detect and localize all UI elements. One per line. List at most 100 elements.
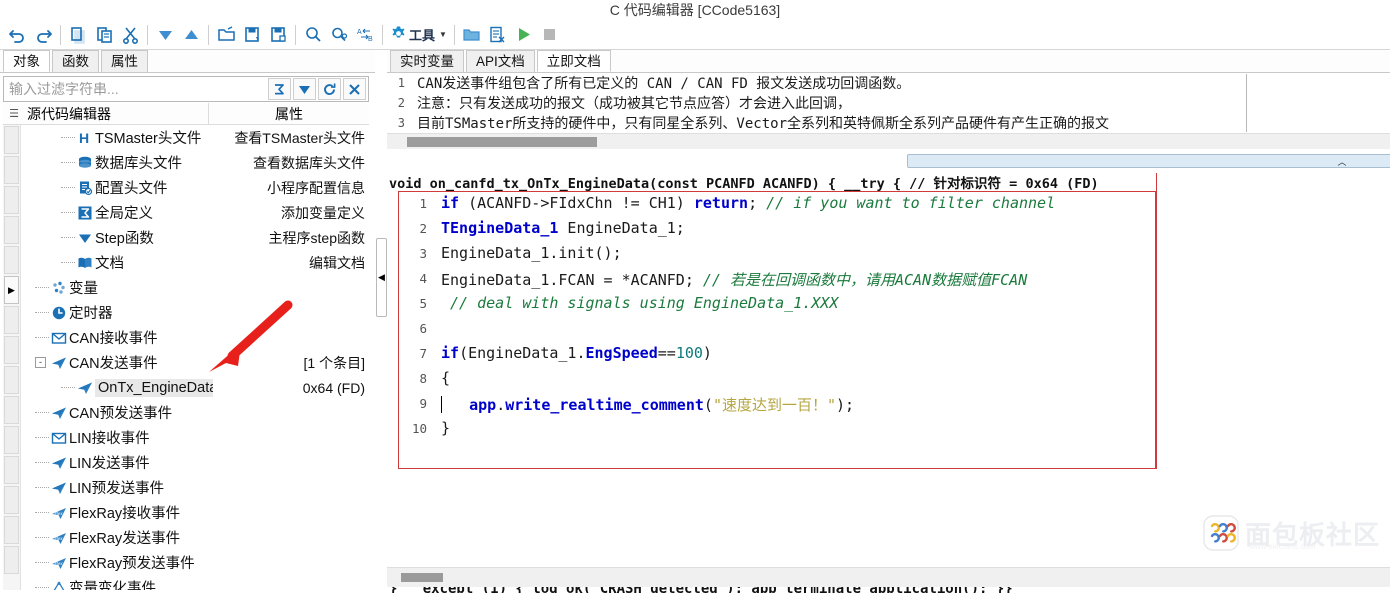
tree-row-label: OnTx_EngineData (95, 378, 213, 397)
code-line[interactable]: 10} (399, 417, 1155, 442)
filter-expression-button[interactable] (268, 78, 291, 100)
tree-row-label: TSMaster头文件 (95, 131, 202, 147)
scroll-cell[interactable] (4, 396, 19, 424)
cut-button[interactable] (117, 22, 143, 48)
doc-horizontal-scrollbar[interactable] (387, 133, 1390, 149)
code-line[interactable]: 6 (399, 317, 1155, 342)
editor-horizontal-scrollbar[interactable] (387, 567, 1390, 587)
object-panel: 对象 函数 属性 ☰ 源代码编辑器 属性 (0, 50, 375, 593)
column-grip-icon: ☰ (9, 108, 19, 120)
tree-connector (35, 462, 49, 463)
tree-row[interactable]: CAN预发送事件 (21, 400, 369, 425)
filter-input[interactable] (4, 78, 268, 100)
database-icon (75, 155, 95, 171)
send-icon (75, 380, 95, 396)
tree-row[interactable]: 配置头文件 小程序配置信息 (21, 175, 369, 200)
scroll-cell[interactable] (4, 186, 19, 214)
panel-splitter-handle[interactable]: ◀ (376, 238, 387, 317)
code-line[interactable]: 9 app.write_realtime_comment("速度达到一百！"); (399, 392, 1155, 417)
tree-row[interactable]: 变量 (21, 275, 369, 300)
scroll-cell[interactable] (4, 366, 19, 394)
save-as-button[interactable] (265, 22, 291, 48)
tree-connector (61, 237, 75, 238)
flexray-icon: Flex (49, 530, 69, 546)
scroll-cell[interactable] (4, 516, 19, 544)
save-button[interactable] (239, 22, 265, 48)
tree-row[interactable]: CAN接收事件 (21, 325, 369, 350)
tree-row[interactable]: Flex FlexRay接收事件 (21, 500, 369, 525)
code-line[interactable]: 3 EngineData_1.init(); (399, 242, 1155, 267)
toolbar-separator (60, 24, 61, 45)
svg-text:Flex: Flex (55, 511, 64, 516)
scroll-cell[interactable] (4, 126, 19, 154)
run-button[interactable] (511, 22, 537, 48)
code-line[interactable]: 2 TEngineData_1 EngineData_1; (399, 217, 1155, 242)
tree-row[interactable]: H TSMaster头文件 查看TSMaster头文件 (21, 125, 369, 150)
scroll-cell[interactable] (4, 546, 19, 574)
tools-menu-button[interactable]: 工具 ▼ (387, 22, 450, 48)
tab-functions[interactable]: 函数 (52, 50, 99, 72)
tab-properties[interactable]: 属性 (101, 50, 148, 72)
scroll-cell[interactable] (4, 456, 19, 484)
header-h-icon: H (75, 130, 95, 146)
tree-row[interactable]: Flex FlexRay发送事件 (21, 525, 369, 550)
code-line[interactable]: 8{ (399, 367, 1155, 392)
filter-clear-button[interactable] (343, 78, 366, 100)
tab-objects[interactable]: 对象 (3, 50, 50, 72)
filter-dropdown-button[interactable] (293, 78, 316, 100)
undo-button[interactable] (4, 22, 30, 48)
tree-vertical-scrollbar[interactable]: ▶ (3, 125, 21, 590)
paste-button[interactable] (91, 22, 117, 48)
scroll-cell[interactable] (4, 486, 19, 514)
code-block[interactable]: 1 if (ACANFD->FIdxChn != CH1) return; // … (398, 191, 1156, 469)
tree-row[interactable]: 全局定义 添加变量定义 (21, 200, 369, 225)
tree-connector (35, 312, 49, 313)
tab-realtime-variables[interactable]: 实时变量 (390, 50, 464, 72)
build-button[interactable] (485, 22, 511, 48)
tree-row[interactable]: Flex FlexRay预发送事件 (21, 550, 369, 575)
scroll-cell[interactable] (4, 306, 19, 334)
code-line-number: 9 (419, 396, 427, 411)
tree-row[interactable]: 定时器 (21, 300, 369, 325)
redo-button[interactable] (30, 22, 56, 48)
editor-scroll-thumb[interactable] (401, 573, 443, 582)
find-button[interactable] (300, 22, 326, 48)
code-line[interactable]: 4 EngineData_1.FCAN = *ACANFD; // 若是在回调函数… (399, 267, 1155, 292)
tree-connector (61, 162, 75, 163)
scroll-thumb[interactable]: ▶ (4, 276, 19, 304)
tree-row[interactable]: 数据库头文件 查看数据库头文件 (21, 150, 369, 175)
tab-api-doc[interactable]: API文档 (466, 50, 535, 72)
tree-row[interactable]: LIN发送事件 (21, 450, 369, 475)
scroll-cell[interactable] (4, 156, 19, 184)
tree-row[interactable]: LIN接收事件 (21, 425, 369, 450)
stop-button[interactable] (537, 22, 563, 48)
tree-row[interactable]: 文档 编辑文档 (21, 250, 369, 275)
replace-button[interactable]: AB (352, 22, 378, 48)
code-line[interactable]: 7 if(EngineData_1.EngSpeed==100) (399, 342, 1155, 367)
open-project-button[interactable] (459, 22, 485, 48)
tree-row[interactable]: Step函数 主程序step函数 (21, 225, 369, 250)
scroll-cell[interactable] (4, 426, 19, 454)
scroll-cell[interactable] (4, 246, 19, 274)
tree-row[interactable]: - CAN发送事件 [1 个条目] (21, 350, 369, 375)
open-file-button[interactable] (213, 22, 239, 48)
scroll-cell[interactable] (4, 216, 19, 244)
svg-text:A: A (357, 29, 362, 36)
code-line[interactable]: 1 if (ACANFD->FIdxChn != CH1) return; // … (399, 192, 1155, 217)
tree-row-label: LIN发送事件 (69, 456, 150, 472)
filter-refresh-button[interactable] (318, 78, 341, 100)
copy-button[interactable] (65, 22, 91, 48)
code-line[interactable]: 5 // deal with signals using EngineData_… (399, 292, 1155, 317)
doc-scroll-thumb[interactable] (407, 137, 597, 147)
scroll-cell[interactable] (4, 336, 19, 364)
object-tree: ▶ H TSMaster头文件 查看TSMaster头文件 数据库头文件 查看数据库头文… (3, 125, 369, 590)
tree-row[interactable]: OnTx_EngineData 0x64 (FD) (21, 375, 369, 400)
move-up-button[interactable] (178, 22, 204, 48)
tab-immediate-doc[interactable]: 立即文档 (536, 50, 611, 72)
tree-row[interactable]: LIN预发送事件 (21, 475, 369, 500)
find-next-button[interactable] (326, 22, 352, 48)
tree-row[interactable]: 变量变化事件 (21, 575, 369, 590)
move-down-button[interactable] (152, 22, 178, 48)
tree-expander-toggle[interactable]: - (35, 357, 46, 368)
doc-editor-splitter-handle[interactable]: ︿ (907, 154, 1390, 168)
